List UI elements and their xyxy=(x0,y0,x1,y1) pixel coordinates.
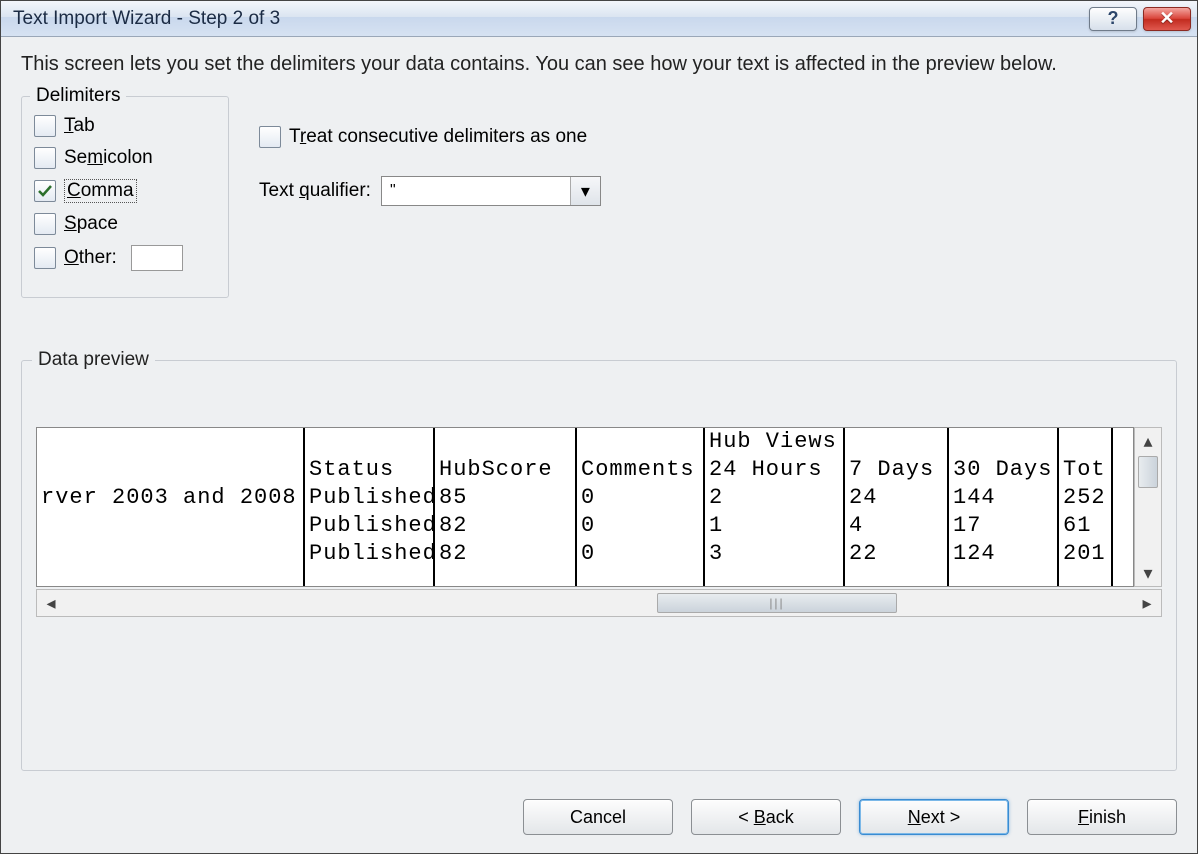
vscroll-thumb[interactable] xyxy=(1138,456,1158,488)
window-title: Text Import Wizard - Step 2 of 3 xyxy=(13,8,1089,30)
other-checkbox[interactable] xyxy=(34,247,56,269)
instructions-text: This screen lets you set the delimiters … xyxy=(21,51,1177,78)
text-qualifier-label: Text qualifier: xyxy=(259,180,371,202)
comma-checkbox[interactable] xyxy=(34,180,56,202)
preview-viewport: rver 2003 and 2008StatusPublishedPublish… xyxy=(36,427,1134,587)
finish-button[interactable]: Finish xyxy=(1027,799,1177,835)
wizard-dialog: Text Import Wizard - Step 2 of 3 ? ✕ Thi… xyxy=(0,0,1198,854)
close-button[interactable]: ✕ xyxy=(1143,7,1191,31)
finish-label: Finish xyxy=(1078,807,1126,828)
delimiters-legend: Delimiters xyxy=(30,85,126,107)
space-checkbox[interactable] xyxy=(34,213,56,235)
space-label: Space xyxy=(64,213,118,235)
scroll-down-icon[interactable]: ▾ xyxy=(1135,560,1161,586)
vertical-scrollbar[interactable]: ▴ ▾ xyxy=(1134,427,1162,587)
data-preview-group: Data preview rver 2003 and 2008StatusPub… xyxy=(21,360,1177,771)
next-label: Next > xyxy=(908,807,961,828)
help-icon: ? xyxy=(1108,8,1119,29)
hscroll-thumb[interactable]: ||| xyxy=(657,593,897,613)
tab-label: Tab xyxy=(64,115,95,137)
tab-checkbox[interactable] xyxy=(34,115,56,137)
delimiters-group: Delimiters Tab Semicolon Comma Space xyxy=(21,96,229,298)
semicolon-checkbox[interactable] xyxy=(34,147,56,169)
wizard-footer: Cancel < Back Next > Finish xyxy=(21,779,1177,835)
preview-column: StatusPublishedPublishedPublished xyxy=(305,428,435,586)
horizontal-scrollbar[interactable]: ◂ ||| ▸ xyxy=(36,589,1162,617)
next-button[interactable]: Next > xyxy=(859,799,1009,835)
cancel-label: Cancel xyxy=(570,807,626,828)
scroll-left-icon[interactable]: ◂ xyxy=(37,590,65,616)
close-icon: ✕ xyxy=(1159,8,1174,29)
scroll-up-icon[interactable]: ▴ xyxy=(1135,428,1161,454)
comma-label: Comma xyxy=(64,179,137,203)
consecutive-label: Treat consecutive delimiters as one xyxy=(289,126,587,148)
consecutive-checkbox[interactable] xyxy=(259,126,281,148)
combo-dropdown-button[interactable]: ▾ xyxy=(570,177,600,205)
titlebar: Text Import Wizard - Step 2 of 3 ? ✕ xyxy=(1,1,1197,37)
preview-column: 30 Days14417124 xyxy=(949,428,1059,586)
data-preview-legend: Data preview xyxy=(32,349,155,371)
preview-column: Hub Views24 Hours213 xyxy=(705,428,845,586)
other-delimiter-input[interactable] xyxy=(131,245,183,271)
chevron-down-icon: ▾ xyxy=(581,181,590,202)
text-qualifier-combo[interactable]: " ▾ xyxy=(381,176,601,206)
back-label: < Back xyxy=(738,807,794,828)
preview-column: 7 Days24422 xyxy=(845,428,949,586)
text-qualifier-value: " xyxy=(382,182,570,200)
back-button[interactable]: < Back xyxy=(691,799,841,835)
cancel-button[interactable]: Cancel xyxy=(523,799,673,835)
preview-column: HubScore858282 xyxy=(435,428,577,586)
semicolon-label: Semicolon xyxy=(64,147,153,169)
preview-table: rver 2003 and 2008StatusPublishedPublish… xyxy=(37,428,1113,586)
help-button[interactable]: ? xyxy=(1089,7,1137,31)
scroll-right-icon[interactable]: ▸ xyxy=(1133,590,1161,616)
preview-column: rver 2003 and 2008 xyxy=(37,428,305,586)
other-label: Other: xyxy=(64,247,117,269)
preview-column: Comments000 xyxy=(577,428,705,586)
preview-column: Tot25261201 xyxy=(1059,428,1113,586)
